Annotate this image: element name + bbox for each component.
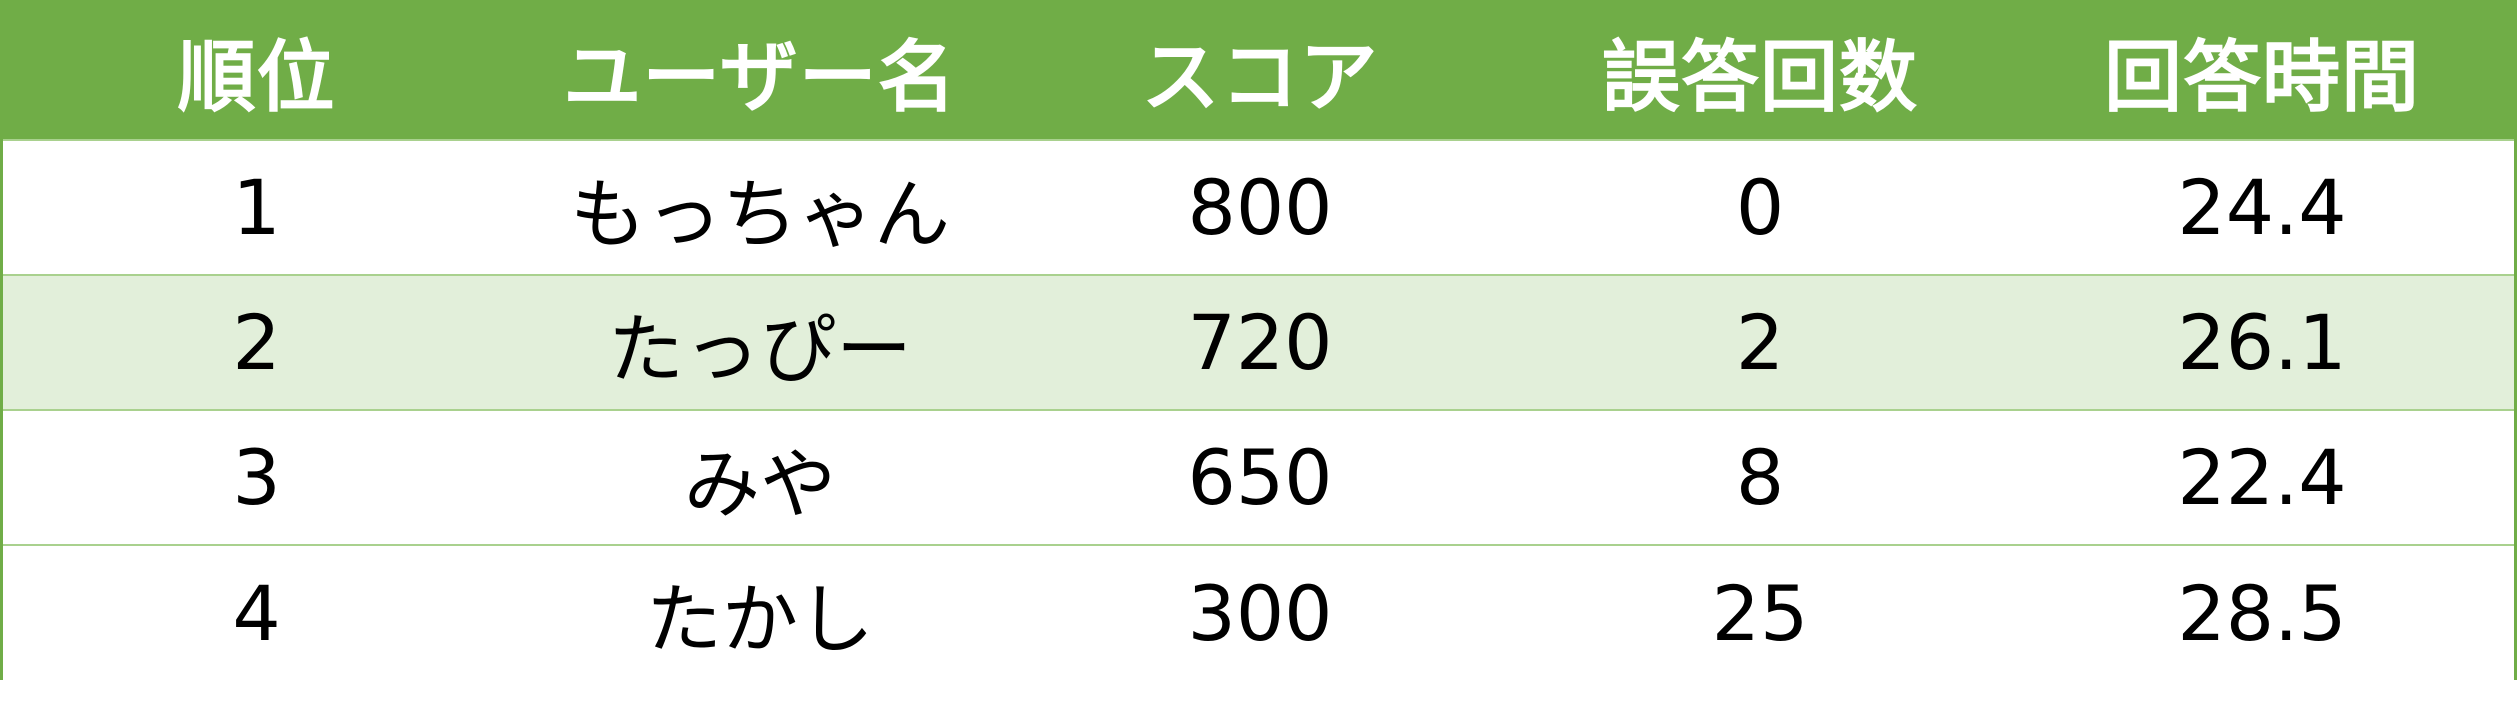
cell-rank: 4 <box>232 568 281 658</box>
cell-score: 300 <box>1187 568 1333 658</box>
header-wrong-count: 誤答回数 <box>1601 33 1918 123</box>
ranking-table-container: 順位 ユーザー名 スコア 誤答回数 回答時間 1 もっちゃん 800 0 24.… <box>0 0 2517 680</box>
cell-wrong-count: 0 <box>1735 163 1785 252</box>
table-row: 1 もっちゃん 800 0 24.4 <box>3 140 2514 275</box>
cell-answer-time: 24.4 <box>2177 163 2347 252</box>
cell-wrong-count: 2 <box>1735 298 1785 387</box>
table-row: 4 たかし 300 25 28.5 <box>3 545 2514 680</box>
cell-score: 800 <box>1187 163 1333 252</box>
table-row: 3 みや 650 8 22.4 <box>3 410 2514 545</box>
cell-answer-time: 22.4 <box>2177 433 2347 522</box>
table-header: 順位 ユーザー名 スコア 誤答回数 回答時間 <box>3 3 2514 140</box>
header-answer-time: 回答時間 <box>2103 33 2420 123</box>
header-row: 順位 ユーザー名 スコア 誤答回数 回答時間 <box>3 3 2514 140</box>
table-row: 2 たっぴー 720 2 26.1 <box>3 275 2514 410</box>
ranking-table: 順位 ユーザー名 スコア 誤答回数 回答時間 1 もっちゃん 800 0 24.… <box>3 3 2514 680</box>
cell-answer-time: 28.5 <box>2177 568 2347 658</box>
header-username: ユーザー名 <box>563 33 957 123</box>
cell-score: 720 <box>1187 298 1333 387</box>
cell-rank: 3 <box>232 433 281 522</box>
cell-username: たかし <box>646 575 874 664</box>
page-background-strip <box>0 680 2517 710</box>
cell-username: もっちゃん <box>570 169 950 259</box>
cell-answer-time: 26.1 <box>2177 298 2347 387</box>
cell-wrong-count: 8 <box>1735 433 1785 522</box>
cell-username: みや <box>684 439 836 529</box>
cell-rank: 1 <box>232 163 281 252</box>
header-rank: 順位 <box>177 33 336 123</box>
cell-username: たっぴー <box>608 304 912 394</box>
header-score: スコア <box>1141 33 1379 123</box>
cell-rank: 2 <box>232 298 281 387</box>
cell-score: 650 <box>1187 433 1333 522</box>
cell-wrong-count: 25 <box>1711 568 1809 658</box>
table-body: 1 もっちゃん 800 0 24.4 2 たっぴー 720 2 26.1 3 み… <box>3 140 2514 680</box>
